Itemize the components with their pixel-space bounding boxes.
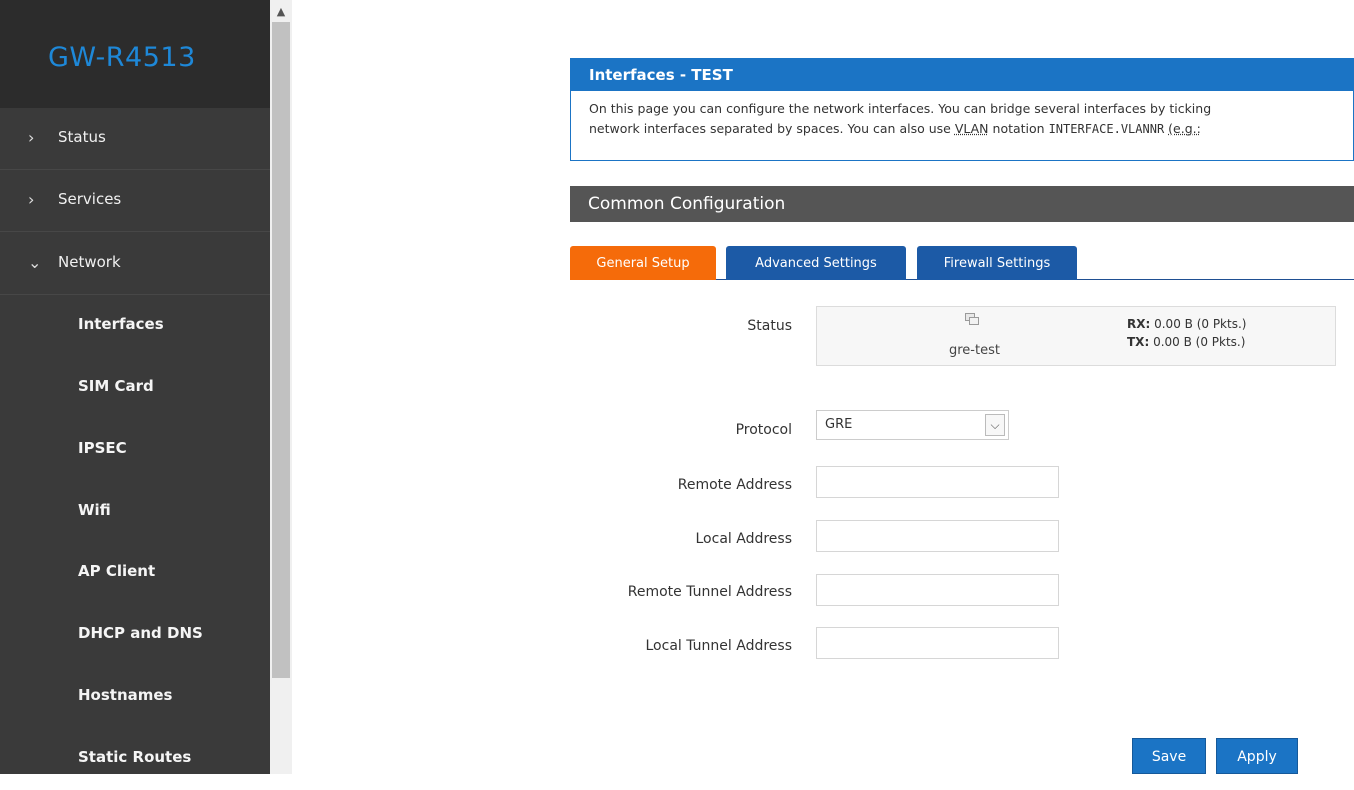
tx-label: TX: [1127,335,1150,349]
sidebar-item-ipsec[interactable]: IPSEC [0,419,270,481]
scroll-up-arrow-icon[interactable]: ▲ [270,4,292,20]
tx-value: 0.00 B (0 Pkts.) [1149,335,1246,349]
description-text: notation [988,121,1049,136]
status-label: Status [747,318,792,334]
tab-bar: General Setup Advanced Settings Firewall… [570,246,1354,280]
remote-tunnel-address-input[interactable] [816,574,1059,606]
protocol-select[interactable]: GRE ⌵ [816,410,1009,440]
sidebar-item-label: Status [58,128,106,146]
rx-stat: RX: 0.00 B (0 Pkts.) [1127,317,1246,331]
scrollbar-thumb[interactable] [272,22,290,678]
local-tunnel-address-input[interactable] [816,627,1059,659]
sidebar: GW-R4513 › Status › Services ⌄ Network I… [0,0,270,774]
brand-header: GW-R4513 [0,0,270,108]
sidebar-item-hostnames[interactable]: Hostnames [0,666,270,728]
description-line-1: On this page you can configure the netwo… [589,101,1212,116]
sidebar-item-network[interactable]: ⌄ Network [0,233,270,295]
remote-tunnel-address-label: Remote Tunnel Address [627,584,792,600]
local-address-label: Local Address [695,531,793,547]
sidebar-item-wifi[interactable]: Wifi [0,481,270,543]
sidebar-item-label: IPSEC [78,439,127,457]
protocol-label: Protocol [735,422,792,438]
vlan-abbr: VLAN [954,121,989,136]
sidebar-item-interfaces[interactable]: Interfaces [0,295,270,357]
main-content: Interfaces - TEST On this page you can c… [292,0,1354,774]
description-text: network interfaces separated by spaces. … [589,121,955,136]
section-title: Common Configuration [570,186,1354,222]
sidebar-item-label: Static Routes [78,748,192,766]
rx-value: 0.00 B (0 Pkts.) [1150,317,1247,331]
tab-firewall-settings[interactable]: Firewall Settings [917,246,1077,280]
page-description: On this page you can configure the netwo… [589,99,1353,139]
save-button[interactable]: Save [1132,738,1206,774]
sidebar-item-sim-card[interactable]: SIM Card [0,357,270,419]
apply-button[interactable]: Apply [1216,738,1298,774]
page-title: Interfaces - TEST [571,59,1353,91]
eg-abbr: (e.g.: [1168,121,1201,136]
network-interface-icon [965,313,979,325]
chevron-right-icon: › [28,190,35,209]
sidebar-item-ap-client[interactable]: AP Client [0,542,270,604]
chevron-down-icon[interactable]: ⌵ [985,414,1005,436]
sidebar-scrollbar[interactable]: ▲ [270,0,292,774]
sidebar-item-label: Wifi [78,501,111,519]
local-tunnel-address-label: Local Tunnel Address [645,638,793,654]
sidebar-item-label: DHCP and DNS [78,624,203,642]
interface-status-box: gre-test RX: 0.00 B (0 Pkts.) TX: 0.00 B… [816,306,1336,366]
sidebar-item-status[interactable]: › Status [0,108,270,170]
sidebar-item-static-routes[interactable]: Static Routes [0,728,270,790]
sidebar-item-dhcp-dns[interactable]: DHCP and DNS [0,604,270,666]
rx-label: RX: [1127,317,1151,331]
brand-title: GW-R4513 [48,42,196,73]
chevron-down-icon: ⌄ [28,253,42,272]
sidebar-item-label: Interfaces [78,315,164,333]
sidebar-item-label: Network [58,253,121,271]
protocol-selected-value: GRE [825,417,853,432]
sidebar-item-services[interactable]: › Services [0,170,270,232]
tx-stat: TX: 0.00 B (0 Pkts.) [1127,335,1245,349]
vlan-notation-code: INTERFACE.VLANNR [1048,122,1165,136]
remote-address-input[interactable] [816,466,1059,498]
sidebar-item-label: Services [58,190,122,208]
description-line-2: network interfaces separated by spaces. … [589,119,1353,139]
sidebar-item-label: Hostnames [78,686,173,704]
chevron-right-icon: › [28,128,35,147]
sidebar-item-label: SIM Card [78,377,154,395]
remote-address-label: Remote Address [677,477,792,493]
local-address-input[interactable] [816,520,1059,552]
sidebar-item-label: AP Client [78,562,156,580]
interface-name: gre-test [949,343,1000,358]
tab-advanced-settings[interactable]: Advanced Settings [726,246,906,280]
tab-general-setup[interactable]: General Setup [570,246,716,280]
info-panel: Interfaces - TEST On this page you can c… [570,58,1354,161]
